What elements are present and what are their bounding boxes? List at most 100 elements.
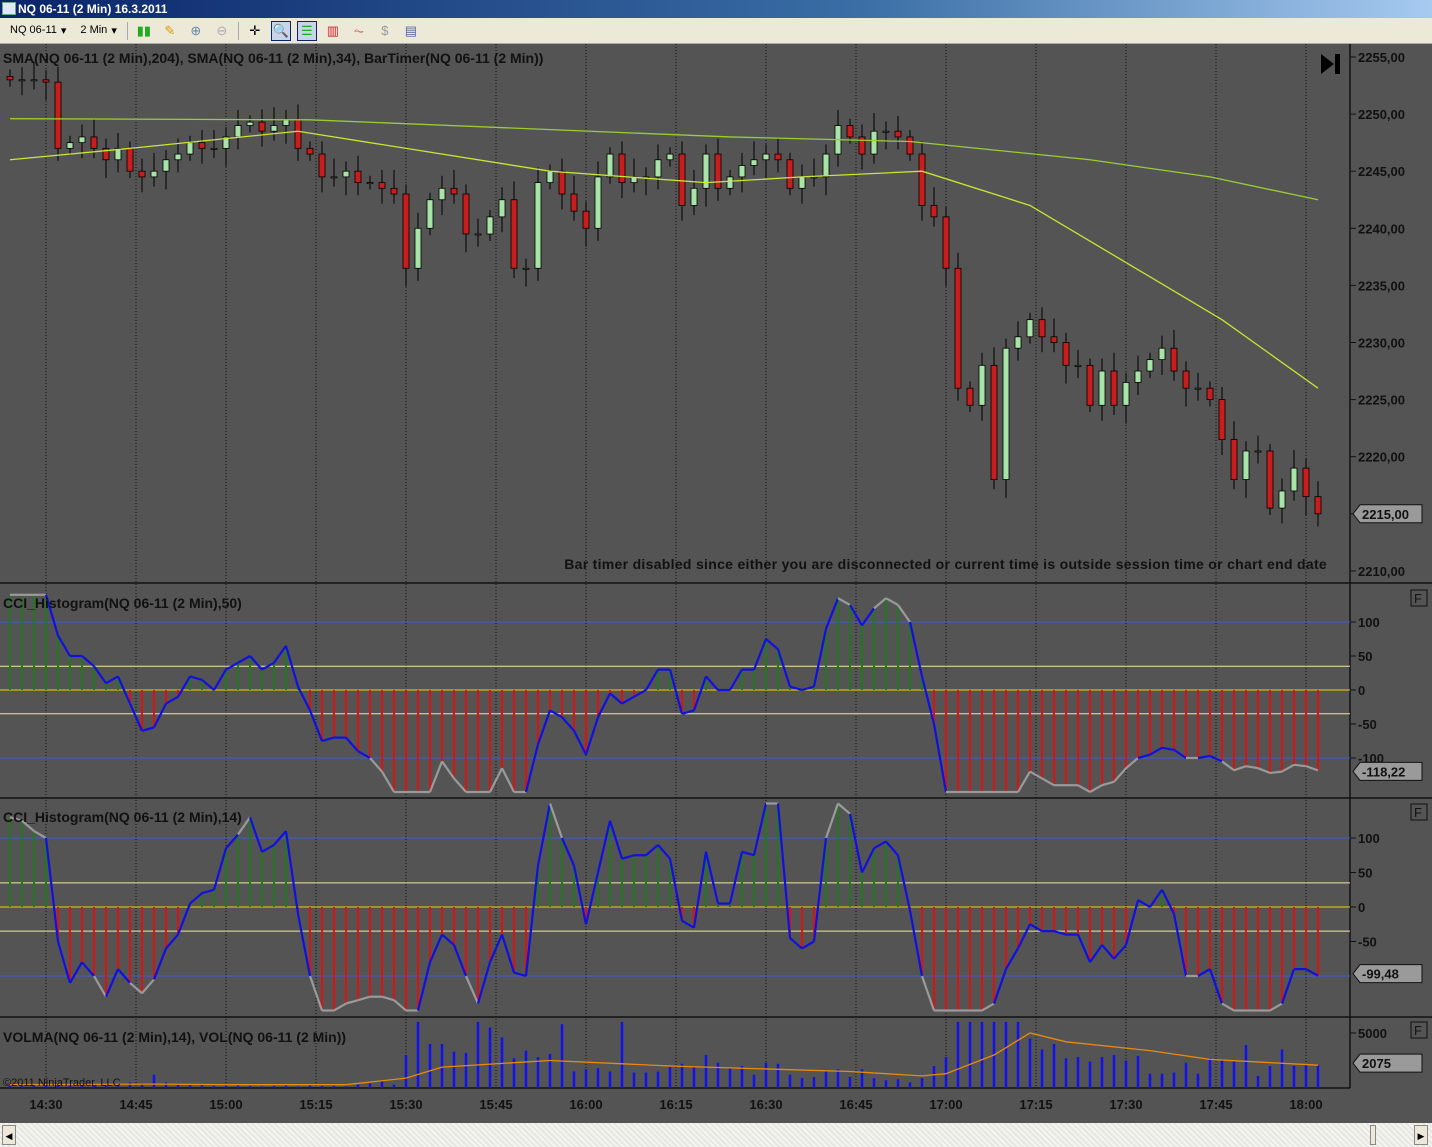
candle-up	[1074, 364, 1082, 367]
cci50-line-segment	[1077, 784, 1091, 793]
time-label: 16:00	[569, 1097, 602, 1112]
cci14-line-segment	[176, 903, 192, 935]
candle-down	[450, 187, 458, 195]
scroll-right-button[interactable]: ▶	[1414, 1125, 1428, 1145]
cci14-line-segment	[93, 975, 107, 998]
time-label: 16:15	[659, 1097, 692, 1112]
cci50-line-segment	[1029, 770, 1043, 780]
candle-up	[1242, 450, 1250, 480]
cci14-line-segment	[1101, 944, 1115, 960]
button-label: F	[1414, 1023, 1422, 1038]
candle-up	[1158, 347, 1166, 361]
candle-down	[1266, 450, 1274, 509]
cci50-line-segment	[249, 655, 263, 671]
candle-down	[618, 153, 626, 184]
bar-timer-message: Bar timer disabled since either you are …	[564, 556, 1327, 572]
candle-down	[894, 130, 902, 138]
price-last-marker: 2215,00	[1352, 504, 1423, 524]
candle-up	[1290, 467, 1298, 492]
candle-up	[798, 176, 806, 189]
candle-up	[210, 147, 218, 150]
cci14-line-segment	[1076, 934, 1092, 963]
candle-down	[1038, 319, 1046, 338]
cci50-line-segment	[201, 678, 215, 691]
cci50-line-segment	[57, 635, 71, 657]
cci14-tick-label: 100	[1358, 831, 1380, 846]
candle-up	[162, 159, 170, 172]
cci50-line-segment	[609, 692, 623, 705]
panel-float-button[interactable]: F	[1410, 803, 1428, 821]
candle-down	[1206, 387, 1214, 400]
cci14-line-segment	[452, 944, 468, 977]
candle-down	[1110, 370, 1118, 406]
time-label: 15:15	[299, 1097, 332, 1112]
candle-down	[54, 81, 62, 149]
sma-34-line	[9, 130, 1319, 389]
cci14-line-segment	[225, 833, 239, 850]
cci14-line-segment	[500, 934, 516, 973]
cci50-line-segment	[81, 655, 95, 668]
candle-down	[1314, 496, 1322, 515]
candle-up	[1134, 370, 1142, 383]
cci50-panel-label: CCI_Histogram(NQ 06-11 (2 Min),50)	[3, 595, 242, 611]
candle-up	[30, 79, 38, 82]
cci14-line-segment	[381, 995, 395, 1002]
candle-up	[726, 176, 734, 189]
cci50-line-segment	[524, 744, 540, 793]
cci14-line-segment	[1089, 944, 1103, 963]
candle-up	[498, 199, 506, 218]
cci50-line-segment	[752, 638, 768, 671]
price-tick-label: 2250,00	[1358, 107, 1405, 122]
cci14-line-segment	[1221, 1002, 1235, 1012]
candle-down	[858, 136, 866, 155]
candle-down	[510, 199, 518, 269]
horizontal-scrollbar[interactable]: ◀ ▶	[0, 1123, 1432, 1147]
candle-down	[918, 153, 926, 206]
candle-down	[678, 153, 686, 206]
cci50-line-segment	[1245, 765, 1259, 770]
cci14-line-segment	[1029, 923, 1043, 933]
candle-up	[534, 182, 542, 269]
cci50-line-segment	[789, 685, 803, 692]
candle-up	[762, 153, 770, 161]
candle-up	[882, 130, 890, 133]
candle-down	[582, 210, 590, 229]
volume-panel-label: VOLMA(NQ 06-11 (2 Min),14), VOL(NQ 06-11…	[3, 1029, 346, 1045]
candle-down	[930, 205, 938, 218]
cci14-line-segment	[69, 961, 83, 984]
candle-down	[954, 267, 962, 389]
candle-down	[1230, 439, 1238, 480]
scroll-to-end-icon[interactable]	[1321, 54, 1340, 74]
time-label: 17:30	[1109, 1097, 1142, 1112]
cci14-line-segment	[1113, 944, 1127, 960]
scroll-thumb[interactable]	[1370, 1125, 1376, 1145]
cci50-line-segment	[381, 771, 395, 793]
cci50-line-segment	[1089, 784, 1103, 793]
scroll-left-button[interactable]: ◀	[2, 1125, 16, 1145]
candle-up	[234, 125, 242, 138]
candle-up	[78, 136, 86, 144]
candle-down	[1302, 467, 1310, 498]
cci50-line-segment	[177, 675, 191, 698]
cci50-line-segment	[1257, 767, 1271, 774]
candle-up	[978, 364, 986, 406]
panel-float-button[interactable]: F	[1410, 1021, 1428, 1039]
cci14-line-segment	[584, 872, 600, 925]
cci50-line-segment	[1233, 765, 1247, 772]
candle-up	[1014, 336, 1022, 349]
panel-float-button[interactable]: F	[1410, 589, 1428, 607]
cci50-line-segment	[213, 669, 227, 691]
cci14-line-segment	[596, 820, 612, 873]
cci14-line-segment	[476, 961, 492, 1004]
candle-down	[714, 153, 722, 189]
time-label: 18:00	[1289, 1097, 1322, 1112]
cci14-line-segment	[56, 941, 72, 984]
cci14-line-segment	[464, 975, 480, 1005]
candle-up	[18, 79, 26, 82]
cci50-line-segment	[1173, 748, 1187, 759]
chart-canvas[interactable]: SMA(NQ 06-11 (2 Min),204), SMA(NQ 06-11 …	[0, 0, 1432, 1123]
cci50-line-segment	[345, 736, 359, 752]
candle-down	[942, 216, 950, 269]
cci50-tick-label: 100	[1358, 615, 1380, 630]
cci50-line-segment	[93, 665, 107, 684]
